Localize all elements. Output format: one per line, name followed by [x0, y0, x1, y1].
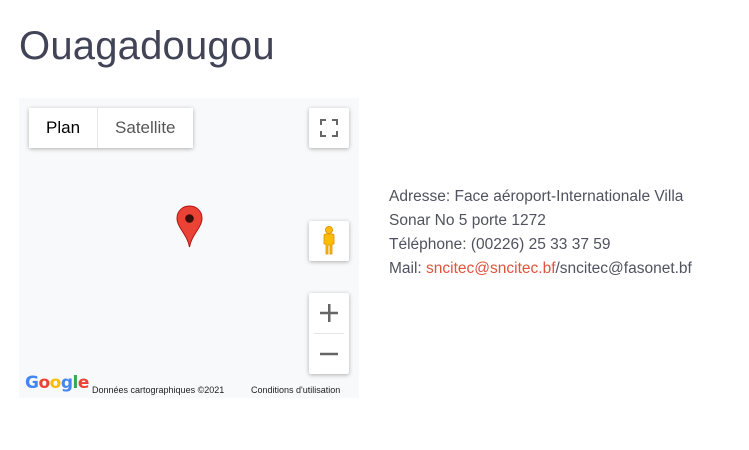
google-logo[interactable]: Google	[25, 373, 89, 393]
map-type-satellite-button[interactable]: Satellite	[97, 108, 193, 148]
mail-secondary: /sncitec@fasonet.bf	[555, 260, 692, 277]
terms-of-use-link[interactable]: Conditions d'utilisation	[251, 385, 340, 395]
phone-line: Téléphone: (00226) 25 33 37 59	[389, 236, 611, 253]
zoom-in-button[interactable]	[309, 293, 349, 333]
address-line-1: Adresse: Face aéroport-Internationale Vi…	[389, 188, 684, 205]
mail-label: Mail:	[389, 260, 427, 277]
fullscreen-icon	[320, 119, 338, 137]
pegman-icon	[323, 226, 335, 255]
map-type-plan-button[interactable]: Plan	[29, 108, 98, 148]
page: Ouagadougou Plan Satellite Google Donnée…	[0, 0, 749, 450]
plus-icon	[320, 304, 338, 322]
google-map[interactable]: Plan Satellite Google Données cartograph…	[19, 98, 359, 398]
marker-pin-shape	[176, 205, 203, 248]
minus-icon	[320, 352, 338, 356]
map-marker-icon	[176, 205, 203, 248]
contact-info: Adresse: Face aéroport-Internationale Vi…	[389, 185, 692, 281]
mail-link[interactable]: sncitec@sncitec.bf	[426, 260, 555, 277]
street-view-pegman-button[interactable]	[309, 221, 349, 261]
mail-line: Mail: sncitec@sncitec.bf/sncitec@fasonet…	[389, 257, 692, 281]
map-attribution: Données cartographiques ©2021	[92, 385, 225, 395]
map-type-control: Plan Satellite	[29, 108, 193, 148]
zoom-control	[309, 293, 349, 374]
fullscreen-button[interactable]	[309, 108, 349, 148]
map-marker[interactable]	[176, 205, 203, 253]
zoom-out-button[interactable]	[309, 334, 349, 374]
page-title: Ouagadougou	[19, 24, 275, 68]
address-line-2: Sonar No 5 porte 1272	[389, 212, 546, 229]
